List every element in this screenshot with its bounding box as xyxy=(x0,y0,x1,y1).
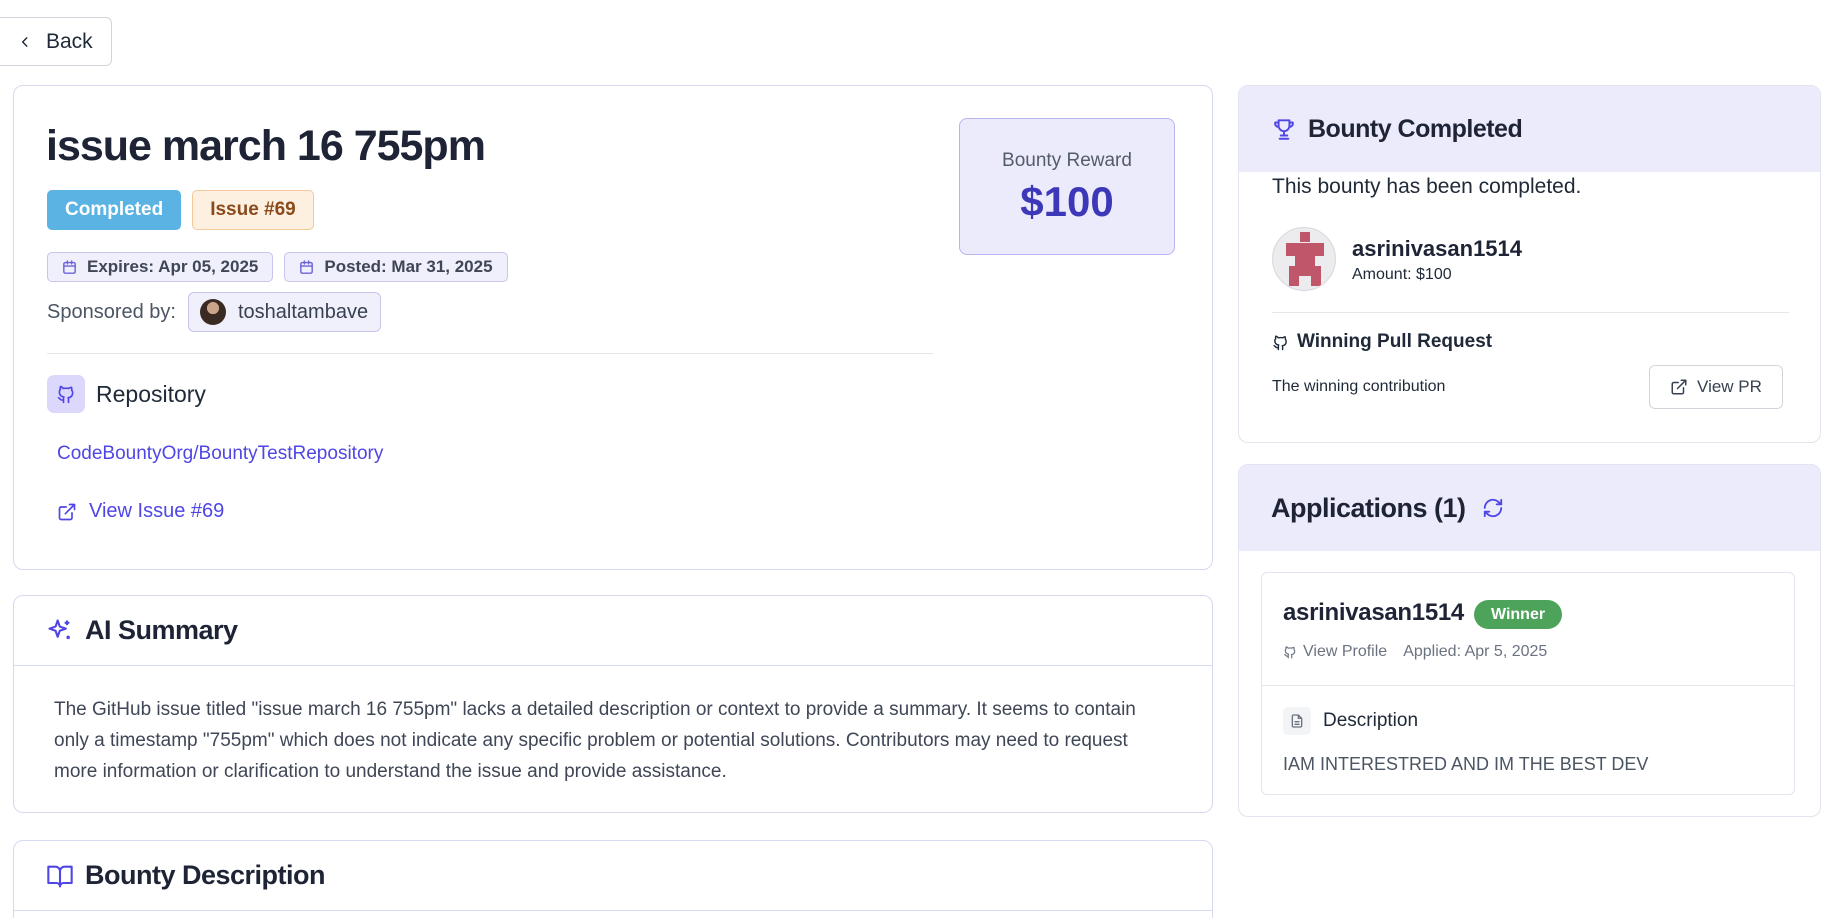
application-description-title: Description xyxy=(1323,710,1419,731)
reward-value: $100 xyxy=(1020,178,1114,225)
document-icon xyxy=(1283,707,1311,735)
view-pr-button[interactable]: View PR xyxy=(1649,365,1783,409)
applicant-name: asrinivasan1514 xyxy=(1283,599,1464,626)
external-link-icon xyxy=(1671,379,1687,395)
sponsor-chip[interactable]: toshaltambave xyxy=(187,292,382,332)
bounty-completed-card: Bounty Completed This bounty has been co… xyxy=(1238,85,1821,443)
winning-pr-text: The winning contribution xyxy=(1272,378,1446,395)
applications-title: Applications (1) xyxy=(1271,492,1466,523)
repository-icon-box xyxy=(47,375,85,413)
github-icon xyxy=(57,385,74,404)
date-row: Expires: Apr 05, 2025 Posted: Mar 31, 20… xyxy=(47,252,508,282)
view-profile-link[interactable]: View Profile xyxy=(1283,643,1387,661)
bounty-reward-box: Bounty Reward $100 xyxy=(959,118,1175,255)
back-label: Back xyxy=(46,29,93,53)
posted-chip: Posted: Mar 31, 2025 xyxy=(284,252,508,282)
issue-number-badge: Issue #69 xyxy=(192,190,314,230)
sponsor-label: Sponsored by: xyxy=(47,300,176,323)
book-open-icon xyxy=(47,865,73,888)
bounty-completed-header: Bounty Completed xyxy=(1239,86,1820,172)
bounty-description-title: Bounty Description xyxy=(85,860,326,890)
completed-message: This bounty has been completed. xyxy=(1272,175,1582,198)
bounty-description-card: Bounty Description xyxy=(13,840,1213,918)
applied-date: Applied: Apr 5, 2025 xyxy=(1403,643,1548,660)
application-meta: View Profile Applied: Apr 5, 2025 xyxy=(1283,643,1547,661)
bounty-completed-title: Bounty Completed xyxy=(1308,114,1523,143)
status-badge: Completed xyxy=(47,190,182,230)
applications-header: Applications (1) xyxy=(1239,465,1820,551)
expires-text: Expires: Apr 05, 2025 xyxy=(87,257,259,276)
posted-text: Posted: Mar 31, 2025 xyxy=(324,257,493,276)
view-pr-label: View PR xyxy=(1697,377,1762,396)
calendar-icon xyxy=(300,259,314,274)
reward-label: Bounty Reward xyxy=(1002,150,1132,171)
bounty-description-header: Bounty Description xyxy=(14,841,1212,911)
ai-summary-text: The GitHub issue titled "issue march 16 … xyxy=(54,699,1136,782)
trophy-icon xyxy=(1274,119,1294,140)
divider xyxy=(47,353,933,354)
ai-summary-header: AI Summary xyxy=(14,596,1212,666)
repository-title: Repository xyxy=(96,380,206,407)
issue-title: issue march 16 755pm xyxy=(46,122,486,170)
sponsor-row: Sponsored by: toshaltambave xyxy=(47,292,382,332)
issue-card: issue march 16 755pm Completed Issue #69… xyxy=(13,85,1213,570)
external-link-icon xyxy=(58,503,76,520)
view-profile-label: View Profile xyxy=(1303,643,1388,660)
sponsor-avatar xyxy=(199,299,226,325)
winner-badge: Winner xyxy=(1474,600,1563,629)
divider xyxy=(1262,685,1794,686)
view-issue-label: View Issue #69 xyxy=(89,500,225,522)
github-icon xyxy=(1284,646,1296,659)
winner-amount: Amount: $100 xyxy=(1352,266,1452,283)
winning-pr-header: Winning Pull Request xyxy=(1272,331,1492,353)
view-issue-link[interactable]: View Issue #69 xyxy=(57,500,224,523)
back-button[interactable]: Back xyxy=(0,17,112,66)
divider xyxy=(1272,312,1789,313)
winner-avatar xyxy=(1272,227,1336,291)
applications-card: Applications (1) asrinivasan1514 Winner … xyxy=(1238,464,1821,817)
calendar-icon xyxy=(63,259,76,274)
ai-summary-card: AI Summary The GitHub issue titled "issu… xyxy=(13,595,1213,813)
refresh-icon[interactable] xyxy=(1482,497,1504,519)
application-item: asrinivasan1514 Winner View Profile Appl… xyxy=(1261,572,1795,795)
winning-pr-title: Winning Pull Request xyxy=(1297,331,1493,352)
expires-chip: Expires: Apr 05, 2025 xyxy=(47,252,274,282)
ai-summary-title: AI Summary xyxy=(85,615,238,645)
winner-name: asrinivasan1514 xyxy=(1352,236,1523,261)
sponsor-name: toshaltambave xyxy=(237,300,369,323)
badge-row: Completed Issue #69 xyxy=(47,190,314,230)
github-icon xyxy=(1273,334,1287,350)
application-description-header: Description xyxy=(1283,707,1418,735)
application-description-text: IAM INTERESTRED AND IM THE BEST DEV xyxy=(1283,754,1649,774)
sparkles-icon xyxy=(48,618,70,639)
chevron-left-icon xyxy=(21,36,28,47)
repository-link[interactable]: CodeBountyOrg/BountyTestRepository xyxy=(57,443,383,465)
repository-header: Repository xyxy=(47,375,206,413)
